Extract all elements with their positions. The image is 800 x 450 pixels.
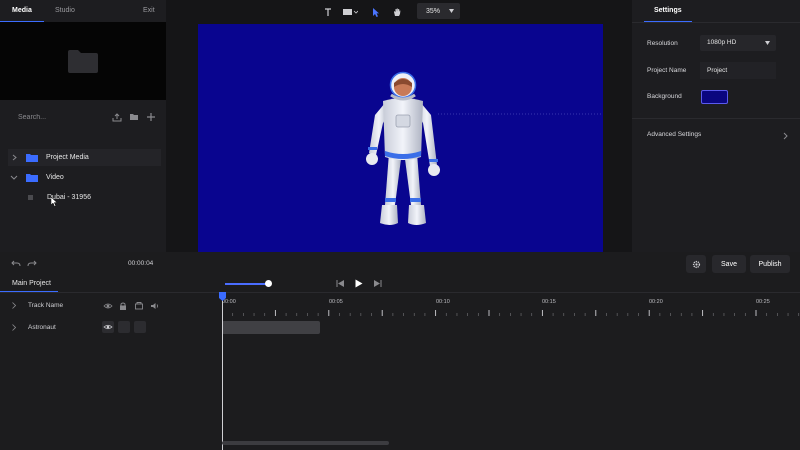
publish-button[interactable]: Publish bbox=[750, 255, 790, 273]
astronaut-figure[interactable] bbox=[361, 71, 445, 236]
zoom-value: 35% bbox=[426, 7, 441, 15]
track-lock-toggle[interactable] bbox=[118, 321, 130, 333]
track-label: Astronaut bbox=[28, 324, 56, 331]
tab-media[interactable]: Media bbox=[12, 7, 32, 14]
tab-settings[interactable]: Settings bbox=[654, 7, 682, 14]
selection-guide-line bbox=[438, 113, 603, 115]
advanced-settings-toggle[interactable]: Advanced Settings bbox=[632, 128, 800, 142]
tree-item-label: Project Media bbox=[46, 154, 89, 161]
pointer-tool-icon[interactable] bbox=[371, 7, 381, 17]
video-file-icon bbox=[28, 194, 33, 200]
track-header-track-name[interactable]: Track Name bbox=[0, 298, 166, 314]
chevron-right-icon[interactable] bbox=[12, 324, 16, 331]
advanced-settings-label: Advanced Settings bbox=[647, 131, 702, 138]
resolution-select[interactable]: 1080p HD bbox=[700, 35, 776, 51]
chevron-right-icon[interactable] bbox=[12, 302, 16, 309]
tab-studio[interactable]: Studio bbox=[55, 7, 75, 14]
chevron-right-icon[interactable] bbox=[8, 153, 20, 162]
tick-label: 00:15 bbox=[542, 299, 556, 305]
playhead[interactable] bbox=[222, 296, 223, 450]
resolution-label: Resolution bbox=[647, 40, 678, 47]
search-input[interactable] bbox=[18, 111, 98, 123]
exit-button[interactable]: Exit bbox=[143, 7, 155, 14]
save-button[interactable]: Save bbox=[712, 255, 746, 273]
skip-back-icon[interactable] bbox=[336, 279, 345, 288]
timeline-panel: Main Project Track Name Astronaut 00:00 … bbox=[0, 274, 800, 450]
media-panel: Media Studio Exit Project Media bbox=[0, 0, 166, 252]
divider bbox=[0, 292, 800, 293]
tree-item-project-media[interactable]: Project Media bbox=[8, 149, 161, 166]
folder-icon bbox=[68, 50, 98, 73]
track-header-astronaut[interactable]: Astronaut bbox=[0, 320, 166, 336]
volume-icon[interactable] bbox=[150, 301, 160, 311]
upload-icon[interactable] bbox=[112, 112, 122, 122]
undo-icon[interactable] bbox=[11, 259, 21, 268]
resolution-value: 1080p HD bbox=[707, 39, 737, 46]
tick-label: 00:20 bbox=[649, 299, 663, 305]
rectangle-tool-icon[interactable] bbox=[342, 7, 358, 17]
gear-icon bbox=[692, 260, 700, 268]
tick-label: 00:05 bbox=[329, 299, 343, 305]
search-row bbox=[0, 108, 166, 126]
astronaut-clip[interactable] bbox=[222, 321, 320, 334]
zoom-select[interactable]: 35% bbox=[417, 3, 460, 19]
background-color-swatch[interactable] bbox=[701, 90, 728, 104]
eye-icon[interactable] bbox=[103, 301, 113, 311]
action-bar: 00:00:04 Save Publish bbox=[0, 252, 800, 274]
plus-icon[interactable] bbox=[146, 112, 156, 122]
play-icon[interactable] bbox=[354, 279, 363, 288]
mouse-cursor-icon bbox=[51, 197, 58, 207]
canvas-area: 35% bbox=[166, 0, 632, 252]
background-label: Background bbox=[647, 93, 682, 100]
tick-label: 00:25 bbox=[756, 299, 770, 305]
project-name-label: Project Name bbox=[647, 67, 687, 74]
folder-icon bbox=[26, 174, 38, 182]
skip-forward-icon[interactable] bbox=[373, 279, 382, 288]
tree-item-dubai-video[interactable]: Dubai - 31956 bbox=[28, 190, 91, 204]
eye-icon bbox=[103, 324, 113, 330]
layers-icon[interactable] bbox=[134, 301, 144, 311]
playback-progress[interactable] bbox=[225, 283, 269, 285]
horizontal-scrollbar[interactable] bbox=[222, 441, 389, 445]
track-label: Track Name bbox=[28, 302, 64, 309]
settings-button[interactable] bbox=[686, 255, 706, 273]
tree-item-label: Video bbox=[46, 174, 64, 181]
lock-icon[interactable] bbox=[118, 301, 128, 311]
divider bbox=[632, 22, 800, 23]
track-visibility-toggle[interactable] bbox=[102, 321, 114, 333]
media-preview bbox=[0, 22, 166, 100]
left-tabs: Media Studio Exit bbox=[0, 0, 166, 22]
tab-main-project[interactable]: Main Project bbox=[12, 280, 51, 287]
preview-stage[interactable] bbox=[198, 24, 603, 252]
chevron-down-icon[interactable] bbox=[8, 173, 20, 182]
divider bbox=[632, 118, 800, 119]
playback-progress-handle[interactable] bbox=[265, 280, 272, 287]
chevron-right-icon bbox=[783, 132, 788, 140]
tree-item-video[interactable]: Video bbox=[8, 169, 161, 186]
playhead-handle[interactable] bbox=[219, 292, 226, 301]
settings-panel: Settings Resolution 1080p HD Project Nam… bbox=[632, 0, 800, 252]
timecode-display: 00:00:04 bbox=[128, 260, 154, 267]
timeline-ruler[interactable] bbox=[222, 310, 800, 320]
canvas-toolbar: 35% bbox=[166, 0, 632, 24]
caret-down-icon bbox=[449, 9, 454, 13]
track-layer-toggle[interactable] bbox=[134, 321, 146, 333]
project-name-input[interactable] bbox=[700, 62, 776, 79]
tick-label: 00:10 bbox=[436, 299, 450, 305]
hand-tool-icon[interactable] bbox=[392, 7, 402, 17]
text-tool-icon[interactable] bbox=[323, 7, 333, 17]
new-folder-icon[interactable] bbox=[129, 112, 139, 122]
folder-icon bbox=[26, 154, 38, 162]
caret-down-icon bbox=[765, 41, 770, 45]
redo-icon[interactable] bbox=[27, 259, 37, 268]
